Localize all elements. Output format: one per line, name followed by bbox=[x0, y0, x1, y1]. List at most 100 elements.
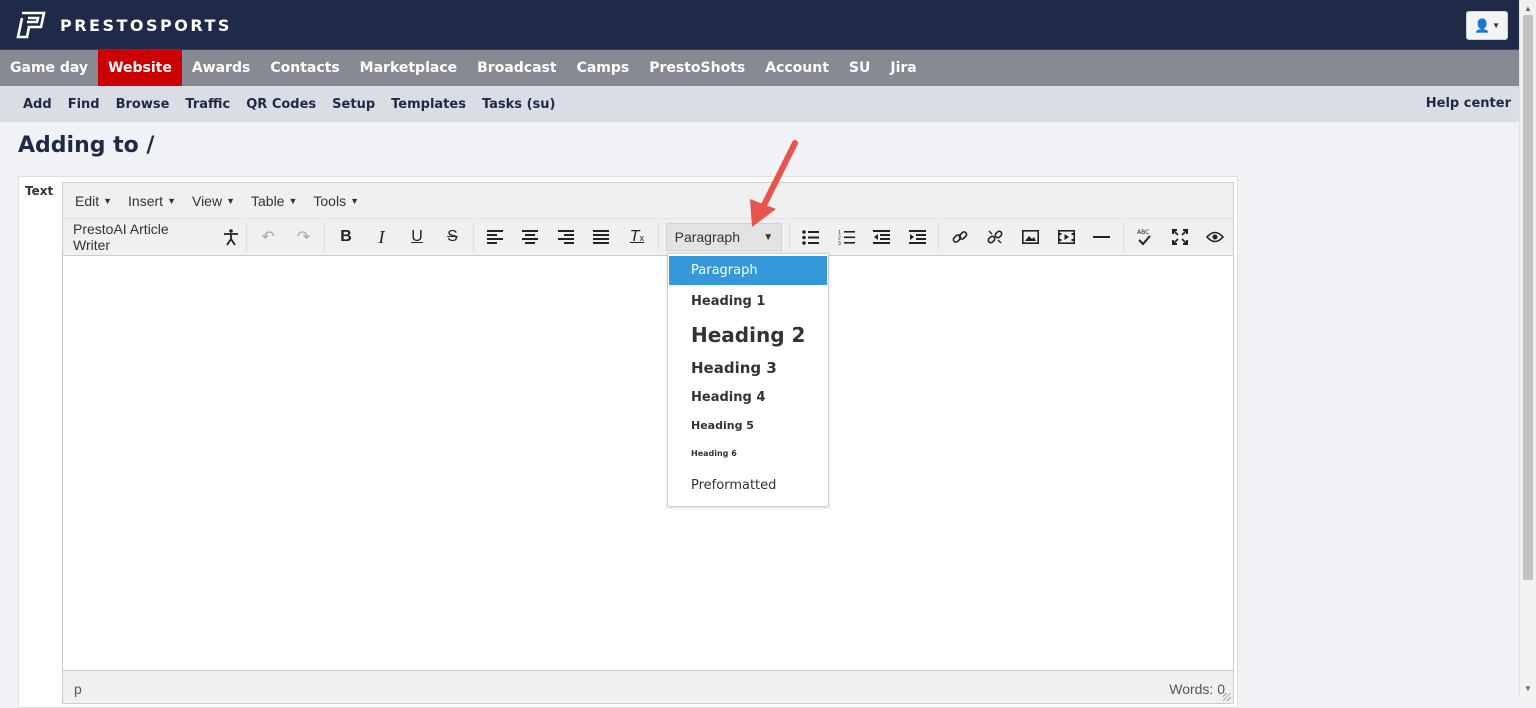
align-left-button[interactable] bbox=[477, 222, 512, 252]
nav-website[interactable]: Website bbox=[98, 50, 182, 86]
format-option-paragraph[interactable]: Paragraph bbox=[669, 256, 827, 285]
indent-icon bbox=[908, 230, 926, 244]
subnav-tasks-su[interactable]: Tasks (su) bbox=[474, 97, 564, 112]
svg-text:ABC: ABC bbox=[1137, 229, 1149, 236]
insert-media-button[interactable] bbox=[1049, 222, 1084, 252]
format-option-heading-5[interactable]: Heading 5 bbox=[669, 412, 827, 438]
outdent-button[interactable] bbox=[864, 222, 899, 252]
page-title: Adding to / bbox=[18, 133, 155, 158]
format-option-preformatted[interactable]: Preformatted bbox=[669, 470, 827, 500]
preview-button[interactable] bbox=[1197, 222, 1232, 252]
menu-table-label: Table bbox=[251, 192, 285, 209]
subnav-find[interactable]: Find bbox=[60, 97, 108, 112]
sub-nav: Add Find Browse Traffic QR Codes Setup T… bbox=[0, 86, 1520, 122]
format-dropdown-menu: Paragraph Heading 1 Heading 2 Heading 3 … bbox=[667, 253, 829, 507]
scrollbar-thumb[interactable] bbox=[1523, 15, 1533, 580]
chevron-down-icon: ▼ bbox=[167, 195, 176, 206]
text-field-label: Text bbox=[25, 184, 54, 198]
redo-button[interactable]: ↷ bbox=[286, 222, 321, 252]
subnav-qr-codes[interactable]: QR Codes bbox=[238, 97, 324, 112]
nav-game-day[interactable]: Game day bbox=[0, 50, 98, 86]
subnav-setup[interactable]: Setup bbox=[324, 97, 383, 112]
italic-button[interactable]: I bbox=[364, 222, 399, 252]
subnav-traffic[interactable]: Traffic bbox=[177, 97, 238, 112]
bold-button[interactable]: B bbox=[328, 222, 363, 252]
nav-account[interactable]: Account bbox=[755, 50, 839, 86]
menu-edit[interactable]: Edit ▼ bbox=[67, 193, 120, 209]
subnav-templates[interactable]: Templates bbox=[383, 97, 474, 112]
nav-su[interactable]: SU bbox=[839, 50, 880, 86]
nav-contacts[interactable]: Contacts bbox=[260, 50, 349, 86]
redo-icon: ↷ bbox=[296, 229, 311, 246]
chevron-down-icon: ▼ bbox=[350, 195, 359, 206]
horizontal-rule-button[interactable] bbox=[1084, 222, 1119, 252]
menu-insert[interactable]: Insert ▼ bbox=[120, 193, 184, 209]
underline-icon: U bbox=[411, 228, 423, 245]
scroll-down-arrow-icon[interactable]: ▼ bbox=[1524, 684, 1532, 693]
menu-insert-label: Insert bbox=[128, 192, 164, 209]
align-center-icon bbox=[522, 230, 539, 244]
subnav-browse[interactable]: Browse bbox=[108, 97, 178, 112]
subnav-add[interactable]: Add bbox=[0, 97, 60, 112]
menu-table[interactable]: Table ▼ bbox=[243, 193, 305, 209]
format-option-heading-4[interactable]: Heading 4 bbox=[669, 384, 827, 410]
annotation-arrow-icon bbox=[750, 140, 798, 227]
insert-link-button[interactable] bbox=[942, 222, 977, 252]
align-left-icon bbox=[486, 230, 503, 244]
top-header: PRESTOSPORTS 👤 ▼ bbox=[0, 0, 1520, 50]
format-option-heading-6[interactable]: Heading 6 bbox=[669, 440, 827, 466]
menu-tools[interactable]: Tools ▼ bbox=[305, 193, 367, 209]
indent-button[interactable] bbox=[900, 222, 935, 252]
link-icon bbox=[952, 231, 968, 243]
numbered-list-button[interactable]: 123 bbox=[829, 222, 864, 252]
insert-image-button[interactable] bbox=[1013, 222, 1048, 252]
strikethrough-button[interactable]: S bbox=[435, 222, 470, 252]
nav-awards[interactable]: Awards bbox=[182, 50, 260, 86]
nav-camps[interactable]: Camps bbox=[567, 50, 640, 86]
media-icon bbox=[1057, 230, 1075, 244]
menu-view-label: View bbox=[191, 192, 223, 209]
page-scrollbar[interactable]: ▲ ▼ bbox=[1519, 0, 1536, 695]
toolbar-separator bbox=[246, 223, 248, 251]
menu-tools-label: Tools bbox=[313, 192, 347, 209]
brand-logo[interactable]: PRESTOSPORTS bbox=[14, 10, 232, 40]
menu-view[interactable]: View ▼ bbox=[184, 193, 243, 209]
format-option-heading-3[interactable]: Heading 3 bbox=[669, 354, 827, 382]
underline-button[interactable]: U bbox=[399, 222, 434, 252]
align-right-button[interactable] bbox=[548, 222, 583, 252]
numbered-list-icon: 123 bbox=[838, 230, 855, 245]
editor-content-area[interactable] bbox=[63, 256, 1233, 660]
help-center-link[interactable]: Help center bbox=[1426, 96, 1511, 111]
chevron-down-icon: ▼ bbox=[226, 195, 235, 206]
format-option-heading-1[interactable]: Heading 1 bbox=[669, 287, 827, 315]
accessibility-button[interactable] bbox=[218, 222, 244, 252]
nav-marketplace[interactable]: Marketplace bbox=[350, 50, 467, 86]
text-field-card: Text Edit ▼ Insert ▼ View ▼ Table ▼ Tools ▼ P… bbox=[18, 176, 1238, 708]
user-menu-button[interactable]: 👤 ▼ bbox=[1466, 11, 1508, 40]
align-center-button[interactable] bbox=[513, 222, 548, 252]
spellcheck-button[interactable]: ABC bbox=[1127, 222, 1162, 252]
nav-jira[interactable]: Jira bbox=[880, 50, 926, 86]
chevron-down-icon: ▼ bbox=[763, 231, 774, 243]
image-icon bbox=[1022, 230, 1040, 244]
clear-format-button[interactable]: Tx bbox=[619, 222, 654, 252]
toolbar-separator bbox=[657, 223, 659, 251]
align-right-icon bbox=[557, 230, 574, 244]
nav-broadcast[interactable]: Broadcast bbox=[467, 50, 566, 86]
bold-icon: B bbox=[340, 228, 352, 245]
unlink-button[interactable] bbox=[978, 222, 1013, 252]
resize-handle-icon[interactable] bbox=[1223, 693, 1231, 701]
presto-ai-writer-button[interactable]: PrestoAI Article Writer bbox=[63, 221, 218, 253]
fullscreen-button[interactable] bbox=[1162, 222, 1197, 252]
align-justify-button[interactable] bbox=[584, 222, 619, 252]
format-select-value: Paragraph bbox=[674, 229, 740, 245]
format-option-heading-2[interactable]: Heading 2 bbox=[669, 317, 827, 353]
undo-button[interactable]: ↶ bbox=[250, 222, 285, 252]
nav-prestoshots[interactable]: PrestoShots bbox=[639, 50, 755, 86]
outdent-icon bbox=[873, 230, 891, 244]
toolbar-separator bbox=[473, 223, 475, 251]
svg-text:3: 3 bbox=[838, 241, 841, 245]
scroll-up-arrow-icon[interactable]: ▲ bbox=[1524, 4, 1532, 13]
chevron-down-icon: ▼ bbox=[288, 195, 298, 206]
toolbar-separator bbox=[938, 223, 940, 251]
